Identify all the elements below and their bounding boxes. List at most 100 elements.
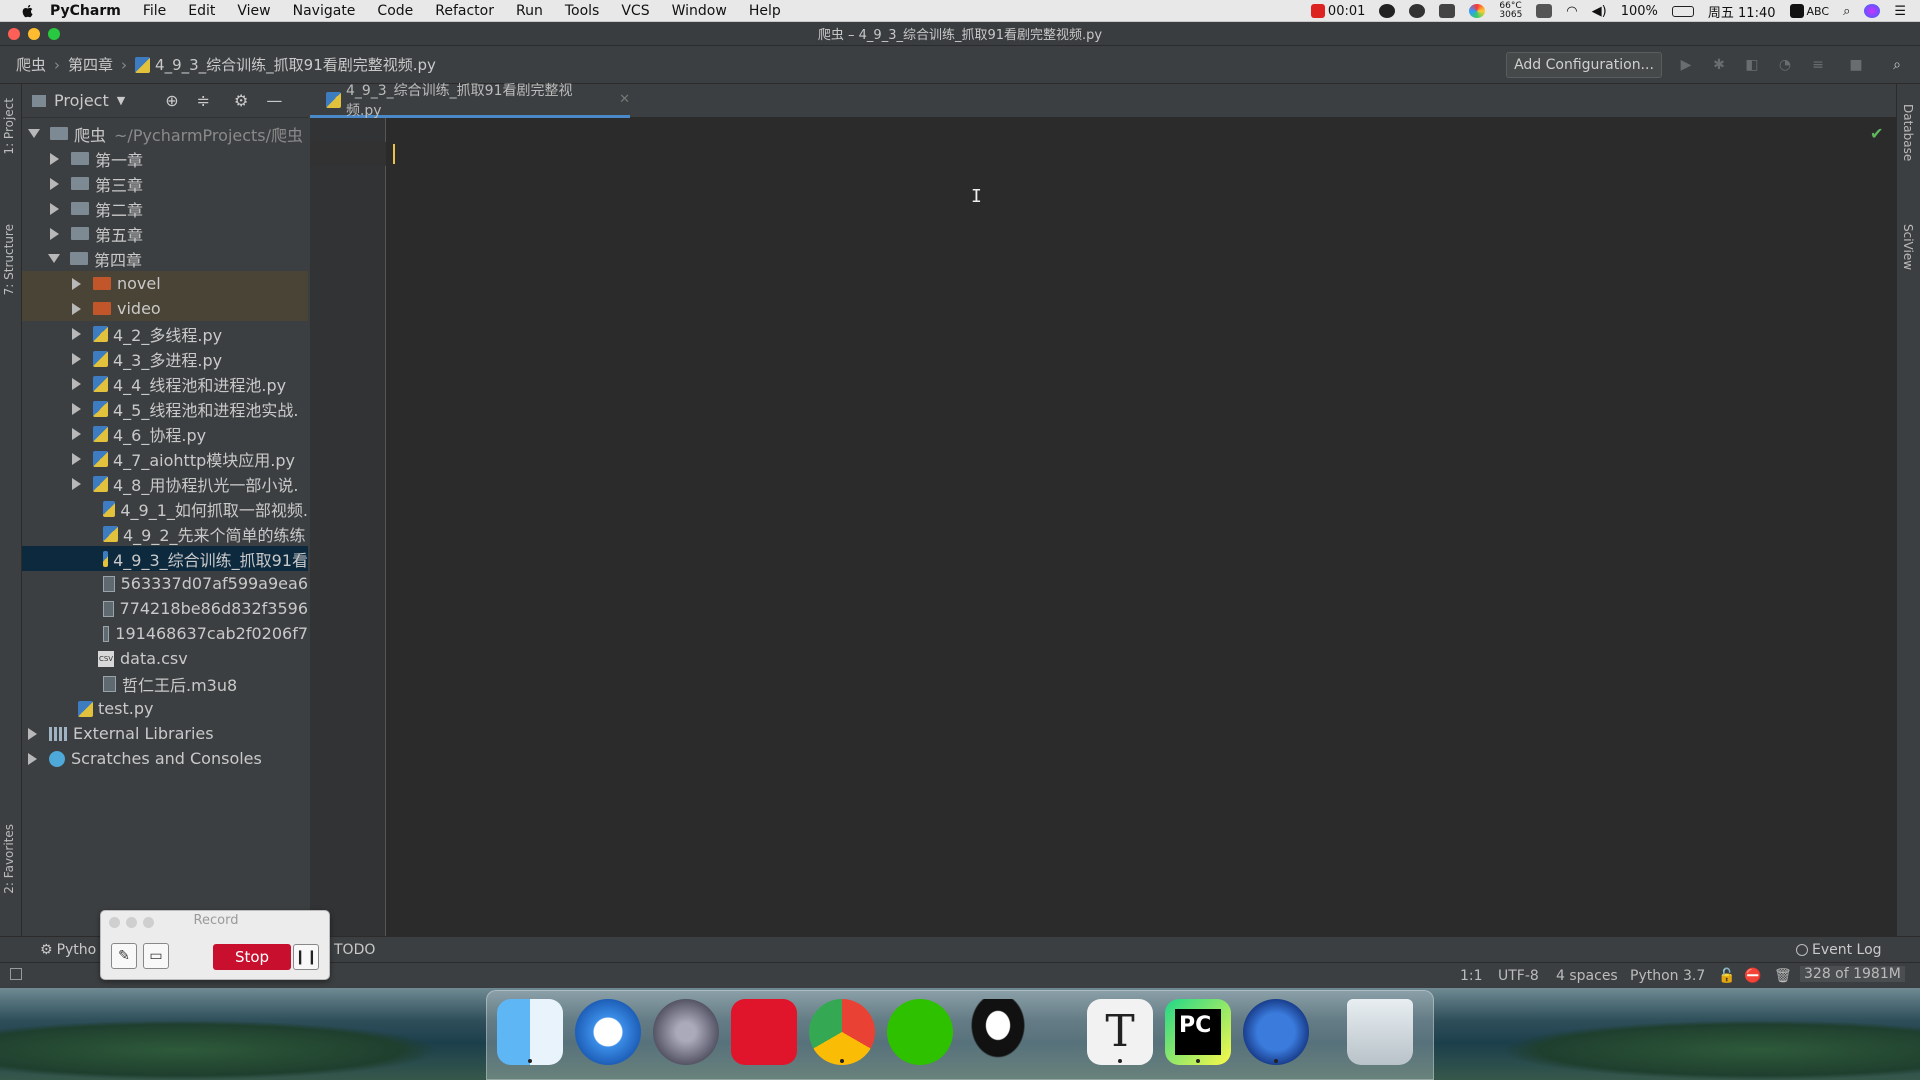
expand-arrow-icon[interactable] — [72, 277, 81, 290]
inspection-ok-icon[interactable]: ✔ — [1870, 124, 1883, 143]
inspector-icon[interactable]: ⛔ — [1744, 968, 1761, 984]
chevron-down-icon[interactable]: ▼ — [117, 94, 125, 107]
apple-icon[interactable] — [20, 3, 36, 19]
memory-indicator[interactable]: 328 of 1981M — [1800, 966, 1905, 982]
collapse-all-icon[interactable]: ≑ — [197, 91, 210, 110]
pycharm-icon[interactable]: PC — [1165, 999, 1231, 1065]
tab-favorites[interactable]: 2: Favorites — [2, 824, 16, 894]
run-icon[interactable]: ▶ — [1677, 56, 1695, 74]
python-interpreter[interactable]: Python 3.7 — [1630, 968, 1705, 984]
qq-icon[interactable] — [965, 999, 1031, 1065]
lock-icon[interactable]: 🔓 — [1718, 968, 1735, 984]
breadcrumb-folder[interactable]: 第四章 — [68, 54, 113, 75]
safari-icon[interactable] — [575, 999, 641, 1065]
tab-sciview[interactable]: SciView — [1901, 224, 1915, 270]
expand-arrow-icon[interactable] — [72, 402, 81, 415]
expand-arrow-icon[interactable] — [72, 477, 81, 490]
thunder-icon[interactable] — [1243, 999, 1309, 1065]
tree-file[interactable]: 4_7_aiohttp模块应用.py — [22, 446, 308, 471]
wechat-app-icon[interactable] — [887, 999, 953, 1065]
tree-file[interactable]: 4_5_线程池和进程池实战. — [22, 396, 308, 421]
tree-file[interactable]: 4_4_线程池和进程池.py — [22, 371, 308, 396]
input-method[interactable]: ABC — [1789, 4, 1829, 18]
finder-icon[interactable] — [497, 999, 563, 1065]
clipboard-icon[interactable] — [1439, 4, 1456, 18]
caret-position[interactable]: 1:1 — [1460, 968, 1483, 984]
tree-folder[interactable]: video — [22, 296, 308, 321]
wechat-icon[interactable] — [1409, 4, 1426, 18]
tree-folder[interactable]: novel — [22, 271, 308, 296]
tab-structure[interactable]: 7: Structure — [2, 224, 16, 295]
breadcrumb-file[interactable]: 4_9_3_综合训练_抓取91看剧完整视频.py — [155, 54, 436, 75]
expand-arrow-icon[interactable] — [72, 352, 81, 365]
tree-file[interactable]: 774218be86d832f3596 — [22, 596, 308, 621]
menu-view[interactable]: View — [237, 3, 270, 19]
toggle-tool-windows-icon[interactable] — [10, 968, 22, 980]
tree-file[interactable]: 哲仁王后.m3u8 — [22, 671, 308, 696]
battery-icon[interactable] — [1671, 5, 1694, 17]
project-view-selector[interactable]: Project — [54, 91, 109, 110]
expand-arrow-icon[interactable] — [72, 327, 81, 340]
menu-refactor[interactable]: Refactor — [435, 3, 494, 19]
launchpad-icon[interactable] — [653, 999, 719, 1065]
tree-file-selected[interactable]: 4_9_3_综合训练_抓取91看 — [22, 546, 308, 571]
expand-arrow-icon[interactable] — [28, 129, 40, 138]
indent-setting[interactable]: 4 spaces — [1556, 968, 1618, 984]
locate-file-icon[interactable]: ⊕ — [165, 91, 178, 110]
expand-arrow-icon[interactable] — [72, 452, 81, 465]
tree-file[interactable]: 563337d07af599a9ea6 — [22, 571, 308, 596]
menu-file[interactable]: File — [143, 3, 166, 19]
expand-arrow-icon[interactable] — [50, 177, 59, 190]
zoom-window-button[interactable] — [48, 28, 60, 40]
spotlight-icon[interactable]: ⌕ — [1843, 4, 1850, 19]
add-configuration-button[interactable]: Add Configuration... — [1506, 52, 1662, 78]
stop-icon[interactable]: ■ — [1847, 56, 1865, 74]
pause-recording-button[interactable]: ❙❙ — [293, 944, 319, 970]
volume-icon[interactable]: ◀) — [1592, 4, 1607, 19]
menu-run[interactable]: Run — [516, 3, 543, 19]
tree-file[interactable]: 191468637cab2f0206f7 — [22, 621, 308, 646]
coverage-icon[interactable]: ◧ — [1743, 56, 1761, 74]
event-log-tab[interactable]: Event Log — [1796, 942, 1882, 958]
battery-app-icon[interactable] — [1536, 4, 1553, 18]
tree-file[interactable]: CSV data.csv — [22, 646, 308, 671]
hide-panel-icon[interactable]: — — [266, 91, 282, 110]
close-window-button[interactable] — [8, 28, 20, 40]
expand-arrow-icon[interactable] — [50, 202, 59, 215]
siri-icon[interactable] — [1864, 4, 1881, 18]
annotate-pen-button[interactable]: ✎ — [111, 943, 137, 969]
tree-file[interactable]: 4_9_2_先来个简单的练练 — [22, 521, 308, 546]
tree-root[interactable]: 爬虫 ~/PycharmProjects/爬虫 — [22, 121, 308, 146]
tree-scratches[interactable]: Scratches and Consoles — [22, 746, 308, 771]
profile-icon[interactable]: ◔ — [1776, 56, 1794, 74]
build-icon[interactable]: ≡ — [1809, 56, 1827, 74]
debug-icon[interactable]: ✱ — [1710, 56, 1728, 74]
stop-recording-button[interactable]: Stop — [213, 944, 291, 970]
tree-folder[interactable]: 第三章 — [22, 171, 308, 196]
color-wheel-icon[interactable] — [1469, 4, 1486, 18]
expand-arrow-icon[interactable] — [72, 427, 81, 440]
file-encoding[interactable]: UTF-8 — [1498, 968, 1539, 984]
menu-code[interactable]: Code — [377, 3, 413, 19]
tree-file[interactable]: 4_6_协程.py — [22, 421, 308, 446]
search-everywhere-icon[interactable]: ⌕ — [1888, 56, 1906, 74]
tab-project[interactable]: 1: Project — [2, 98, 16, 155]
todo-tab[interactable]: TODO — [334, 942, 375, 958]
memory-trash-icon[interactable]: 🗑 — [1774, 968, 1792, 984]
tree-folder[interactable]: 第四章 — [22, 246, 308, 271]
tree-file[interactable]: 4_9_1_如何抓取一部视频. — [22, 496, 308, 521]
menu-window[interactable]: Window — [672, 3, 727, 19]
netease-music-icon[interactable] — [731, 999, 797, 1065]
bolt-icon[interactable] — [1379, 4, 1396, 18]
trash-icon[interactable] — [1347, 999, 1413, 1065]
wifi-icon[interactable]: ◠ — [1566, 4, 1577, 19]
editor-tab-active[interactable]: 4_9_3_综合训练_抓取91看剧完整视频.py ✕ — [310, 83, 630, 119]
tree-file[interactable]: test.py — [22, 696, 308, 721]
tree-file[interactable]: 4_3_多进程.py — [22, 346, 308, 371]
gear-icon[interactable]: ⚙ — [234, 91, 248, 110]
menu-navigate[interactable]: Navigate — [293, 3, 356, 19]
expand-arrow-icon[interactable] — [28, 752, 37, 765]
menu-tools[interactable]: Tools — [565, 3, 600, 19]
expand-arrow-icon[interactable] — [50, 227, 59, 240]
menu-pycharm[interactable]: PyCharm — [50, 3, 121, 19]
